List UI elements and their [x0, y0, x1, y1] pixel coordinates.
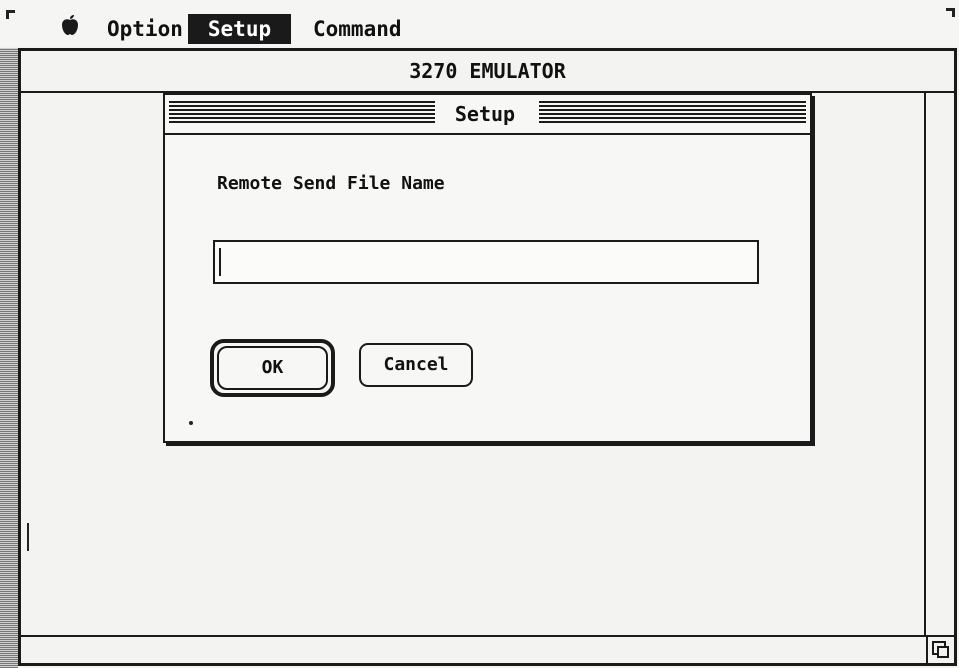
apple-icon[interactable]: [60, 14, 80, 36]
remote-send-file-name-label: Remote Send File Name: [217, 173, 445, 194]
dialog-title-bar[interactable]: Setup: [165, 95, 810, 135]
text-cursor: [27, 523, 29, 551]
screen-corner-top-left: [6, 10, 15, 19]
dialog-title: Setup: [435, 95, 535, 133]
desktop-pattern-edge: [0, 48, 18, 668]
remote-send-file-name-input[interactable]: [213, 240, 759, 284]
screen-corner-top-right: [946, 8, 955, 17]
menu-option[interactable]: Option: [103, 14, 187, 44]
menu-setup[interactable]: Setup: [188, 14, 291, 44]
title-stripes-left: [169, 101, 440, 125]
title-stripes-right: [539, 101, 806, 125]
ok-button-label: OK: [217, 346, 328, 390]
input-caret: [219, 248, 221, 276]
horizontal-scrollbar[interactable]: [21, 635, 926, 663]
resize-icon[interactable]: [926, 635, 954, 663]
ok-button[interactable]: OK: [210, 339, 335, 397]
vertical-scrollbar[interactable]: [924, 91, 954, 635]
speck: [189, 421, 193, 425]
menu-bar: Option Setup Command: [0, 0, 959, 46]
cancel-button[interactable]: Cancel: [359, 343, 473, 387]
menu-command[interactable]: Command: [309, 14, 406, 44]
window-title-bar[interactable]: 3270 EMULATOR: [21, 51, 954, 93]
window-title: 3270 EMULATOR: [409, 59, 566, 83]
setup-dialog: Setup Remote Send File Name OK Cancel: [163, 93, 812, 443]
